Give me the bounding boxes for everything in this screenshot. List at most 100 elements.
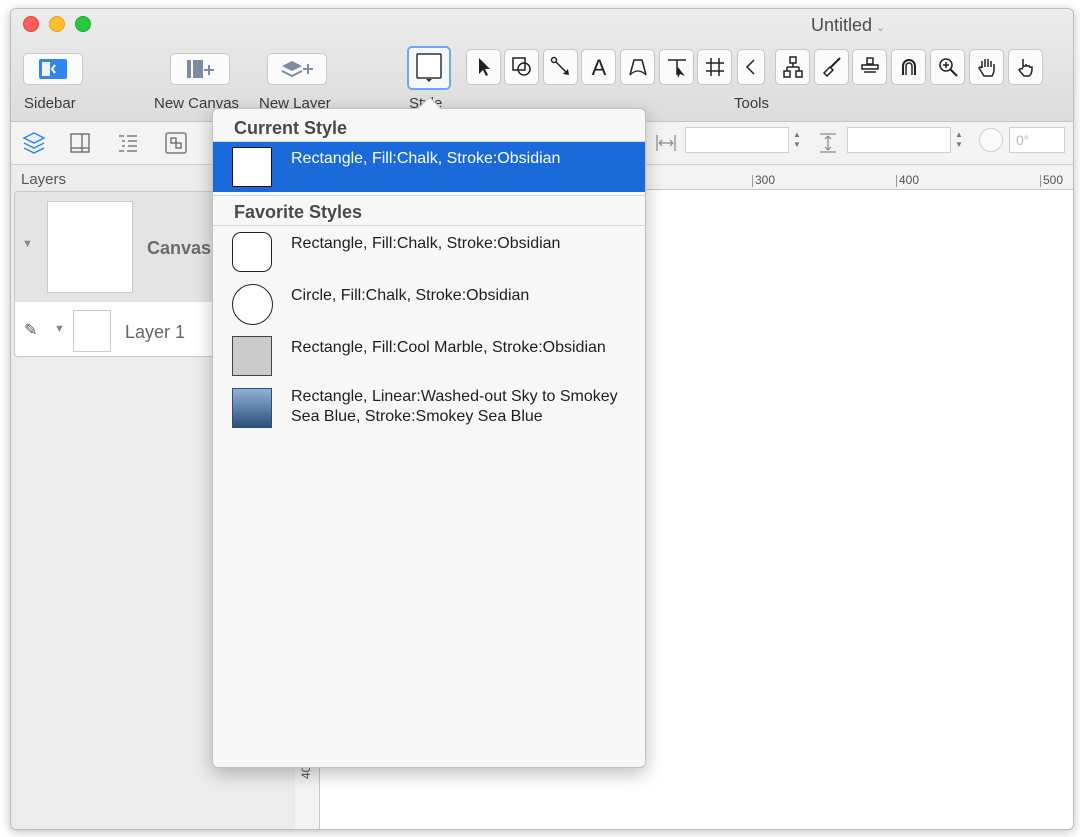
rotation-field[interactable]: 0° [1009,127,1065,153]
collapse-chevron-icon [745,59,755,75]
current-style-header: Current Style [234,118,348,138]
canvas-view-button[interactable] [67,130,93,156]
width-stepper[interactable]: ▲ ▼ [790,127,804,153]
outline-icon [119,135,137,152]
outline-view-button[interactable] [115,130,141,156]
magnet-tool[interactable] [891,49,926,85]
layer-thumbnail [73,310,111,352]
favorite-styles-header: Favorite Styles [234,202,363,222]
point-editor-icon [667,59,686,78]
window-title-text: Untitled [811,15,873,35]
layer-disclosure-icon[interactable]: ▼ [54,323,65,335]
selection-view-button[interactable] [163,130,189,156]
rotation-knob[interactable] [979,128,1003,152]
style-label-line-2: Sea Blue, Stroke:Smokey Sea Blue [291,408,543,425]
favorite-style-row[interactable]: Circle, Fill:Chalk, Stroke:Obsidian [213,279,645,329]
close-window-button[interactable] [23,16,39,32]
ruler-mark-400: 400 [899,173,920,187]
sidebar-icon [39,59,67,79]
style-label-line-1: Rectangle, Linear:Washed-out Sky to Smok… [291,388,618,405]
canvas-name: Canvas [147,238,212,258]
text-tool[interactable]: A [581,49,616,85]
shape-icon [511,57,531,76]
rubber-stamp-tool[interactable] [852,49,887,85]
point-editor-tool[interactable] [659,49,694,85]
shape-tool[interactable] [504,49,539,85]
hand-icon [977,59,995,77]
window-title[interactable]: Untitled ⌄ [811,15,885,36]
style-popover: Current Style Rectangle, Fill:Chalk, Str… [212,96,646,768]
style-label: Rectangle, Fill:Chalk, Stroke:Obsidian [291,235,561,252]
pointer-tool[interactable] [466,49,501,85]
magnet-icon [901,59,916,75]
line-tool[interactable] [543,49,578,85]
gray-rectangle-swatch-icon [232,336,272,376]
diagram-tool-icon [782,56,803,78]
browse-hand-icon [1017,59,1033,77]
style-brush-tool[interactable] [814,49,849,85]
new-layer-button[interactable] [267,53,327,85]
width-icon [653,130,679,156]
style-icon [416,53,442,82]
zoom-window-button[interactable] [75,16,91,32]
style-label: Circle, Fill:Chalk, Stroke:Obsidian [291,287,530,304]
ruler-tick [1040,175,1041,187]
hand-tool[interactable] [969,49,1004,85]
bezier-icon [628,59,647,76]
pointer-icon [478,58,490,76]
height-icon [815,130,841,156]
gradient-rectangle-swatch-icon [232,388,272,428]
pencil-icon[interactable]: ✎ [24,320,37,340]
new-canvas-icon [187,60,214,78]
ruler-tick [752,175,753,187]
minimize-window-button[interactable] [49,16,65,32]
style-label: Rectangle, Fill:Chalk, Stroke:Obsidian [291,150,561,167]
canvas-size-icon [70,133,90,153]
bezier-tool[interactable] [620,49,655,85]
ruler-tick [896,175,897,187]
chevron-down-icon: ⌄ [876,22,886,34]
layers-icon [22,132,46,154]
layers-view-button[interactable] [21,130,47,156]
rounded-rectangle-swatch-icon [232,232,272,272]
divider [213,195,645,196]
current-style-row[interactable]: Rectangle, Fill:Chalk, Stroke:Obsidian [213,142,645,192]
new-canvas-button[interactable] [170,53,230,85]
sidebar-header: Layers [21,171,67,188]
divider [213,225,645,226]
toolbar: Untitled⌄ Sidebar New Canvas New Layer S… [11,9,1073,122]
text-icon: A [591,55,606,79]
zoom-tool[interactable] [930,49,965,85]
style-brush-icon [822,57,841,78]
ruler-mark-500: 500 [1043,173,1064,187]
width-field[interactable] [685,127,789,153]
height-stepper[interactable]: ▲ ▼ [952,127,966,153]
layer-name[interactable]: Layer 1 [125,322,185,343]
diagram-grid-tool[interactable] [697,49,732,85]
sidebar-button[interactable] [23,53,83,85]
zoom-icon [938,58,958,77]
diagram-grid-icon [705,58,724,76]
browse-hand-tool[interactable] [1008,49,1043,85]
new-layer-icon [281,61,313,78]
ruler-mark-300: 300 [755,173,776,187]
style-label: Rectangle, Fill:Cool Marble, Stroke:Obsi… [291,339,606,356]
canvas-thumbnail [47,201,133,293]
circle-swatch-icon [232,284,273,325]
height-field[interactable] [847,127,951,153]
style-button[interactable] [407,46,451,90]
collapse-tools-button[interactable] [737,49,765,85]
diagram-tool[interactable] [775,49,810,85]
sidebar-label: Sidebar [24,95,76,112]
selection-icon [165,132,187,154]
line-icon [550,56,569,75]
svg-text:A: A [591,55,606,79]
rectangle-swatch-icon [232,147,272,187]
tools-label: Tools [734,95,770,112]
favorite-style-row[interactable]: Rectangle, Fill:Cool Marble, Stroke:Obsi… [213,331,645,381]
style-label: Rectangle, Linear:Washed-out Sky to Smok… [291,387,641,427]
rubber-stamp-icon [860,57,879,73]
disclosure-triangle-icon[interactable]: ▼ [22,238,33,250]
favorite-style-row[interactable]: Rectangle, Linear:Washed-out Sky to Smok… [213,383,645,439]
favorite-style-row[interactable]: Rectangle, Fill:Chalk, Stroke:Obsidian [213,227,645,277]
